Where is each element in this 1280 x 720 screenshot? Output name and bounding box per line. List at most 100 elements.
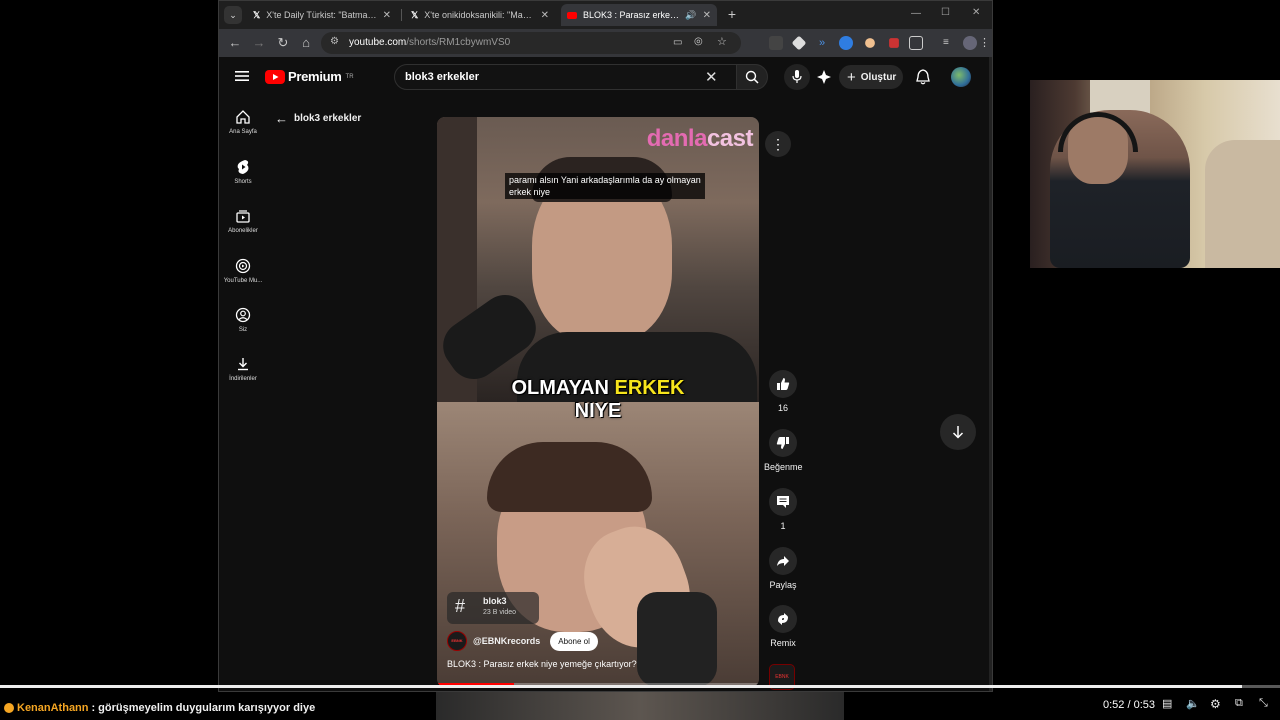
url-text[interactable]: youtube.com/shorts/RM1cbywmVS0 <box>349 37 510 48</box>
short-video-player[interactable]: danlacast paramı alsın Yani arkadaşlarım… <box>437 117 759 687</box>
sidebar-item-label: Ana Sayfa <box>229 129 257 135</box>
pip-icon[interactable]: ⧉ <box>1235 697 1251 713</box>
tab-title: X'te onikidoksanikili: "Manifest... <box>424 10 534 20</box>
back-label: blok3 erkekler <box>294 113 362 124</box>
close-tab-icon[interactable]: ✕ <box>383 10 391 21</box>
maximize-button[interactable]: ☐ <box>941 7 950 18</box>
stream-progress-fill <box>0 685 1242 688</box>
chat-badge-icon <box>4 703 14 713</box>
create-button[interactable]: + Oluştur <box>839 65 903 89</box>
danlacast-logo: danlacast <box>647 125 754 153</box>
tab-youtube-active[interactable]: BLOK3 : Parasız erkek niye y... 🔊 ✕ <box>561 4 717 26</box>
subtitle-caption: paramı alsın Yani arkadaşlarımla da ay o… <box>505 173 705 199</box>
search-button[interactable] <box>736 64 768 90</box>
remix-icon <box>778 613 788 625</box>
reload-icon[interactable]: ↻ <box>275 35 291 51</box>
remix-label: Remix <box>770 638 796 648</box>
tab-x-daily[interactable]: 𝕏 X'te Daily Türkist: "Batman'da y... ✕ <box>247 4 397 26</box>
extension-icon[interactable] <box>839 36 853 50</box>
fullscreen-icon[interactable]: ⤡ <box>1259 697 1275 713</box>
guest-hair <box>487 442 652 512</box>
clear-search-icon[interactable]: ✕ <box>705 68 718 86</box>
more-options-button[interactable]: ⋮ <box>765 131 791 157</box>
sidebar-item-downloads[interactable]: İndirilenler <box>219 356 267 382</box>
caption-word-3: NIYE <box>574 400 622 422</box>
browser-menu-icon[interactable]: ⋮ <box>979 36 993 50</box>
notifications-bell-icon[interactable] <box>916 69 930 85</box>
create-label: Oluştur <box>860 71 897 83</box>
minimize-button[interactable]: — <box>911 8 921 19</box>
channel-row: EBNK @EBNKrecords Abone ol <box>447 631 598 651</box>
search-input[interactable]: blok3 erkekler ✕ <box>394 64 737 90</box>
new-tab-button[interactable]: + <box>723 6 741 24</box>
chat-separator: : <box>91 702 96 714</box>
tab-search-button[interactable]: ⌄ <box>224 6 242 24</box>
cast-icon[interactable]: ▭ <box>673 37 682 48</box>
voice-search-button[interactable] <box>784 64 810 90</box>
thumbs-up-icon <box>777 378 790 390</box>
account-avatar[interactable] <box>951 67 971 87</box>
playback-time: 0:52 / 0:53 <box>1103 699 1155 711</box>
channel-avatar[interactable]: EBNK <box>447 631 467 651</box>
chat-username: KenanAthann <box>17 702 89 714</box>
back-to-search[interactable]: ← blok3 erkekler <box>275 111 361 126</box>
extension-icon[interactable] <box>791 35 807 51</box>
sidebar-item-you[interactable]: Siz <box>219 307 267 333</box>
next-video-button[interactable] <box>940 414 976 450</box>
bookmark-star-icon[interactable]: ☆ <box>717 35 727 48</box>
media-controls-icon[interactable]: ≡ <box>943 36 957 50</box>
url-host: youtube.com <box>349 37 407 48</box>
dislike-button[interactable]: Beğenme <box>764 429 803 472</box>
home-icon[interactable]: ⌂ <box>298 35 314 51</box>
share-arrow-icon <box>777 556 789 566</box>
tab-title: X'te Daily Türkist: "Batman'da y... <box>266 10 376 20</box>
subtitles-icon[interactable]: ▤ <box>1162 697 1178 713</box>
channel-name[interactable]: @EBNKrecords <box>473 636 540 646</box>
youtube-premium-logo[interactable]: Premium TR <box>265 69 354 84</box>
hashtag-chip[interactable]: # blok3 23 B video <box>447 592 539 624</box>
sidebar-item-shorts[interactable]: Shorts <box>219 159 267 185</box>
close-window-button[interactable]: ✕ <box>972 7 980 18</box>
caption-word-2: ERKEK <box>614 377 685 399</box>
close-tab-icon[interactable]: ✕ <box>703 10 711 21</box>
forward-arrow-icon[interactable]: → <box>251 35 267 51</box>
remix-button[interactable]: Remix <box>764 605 802 648</box>
volume-icon[interactable]: 🔈 <box>1186 697 1202 713</box>
extension-icon[interactable]: » <box>815 36 829 50</box>
site-info-icon[interactable]: ⚙ <box>330 36 339 47</box>
address-bar: ← → ↻ ⌂ ⚙ youtube.com/shorts/RM1cbywmVS0… <box>219 29 992 57</box>
eye-off-icon[interactable]: ◎ <box>694 36 703 47</box>
hashtag-name: blok3 <box>483 596 507 606</box>
profile-icon[interactable] <box>963 36 977 50</box>
youtube-logo-icon <box>265 69 285 84</box>
stream-progress-bar[interactable] <box>0 685 1280 688</box>
like-button[interactable]: 16 <box>764 370 802 413</box>
search-icon <box>745 70 759 84</box>
share-button[interactable]: Paylaş <box>764 547 802 590</box>
video-title[interactable]: BLOK3 : Parasız erkek niye yemeğe çıkart… <box>447 659 637 669</box>
plus-icon: + <box>847 68 856 86</box>
extensions-puzzle-icon[interactable] <box>909 36 923 50</box>
menu-hamburger-icon[interactable] <box>235 70 249 82</box>
close-tab-icon[interactable]: ✕ <box>541 10 549 21</box>
comment-count: 1 <box>780 521 786 531</box>
tab-x-onikidoksan[interactable]: 𝕏 X'te onikidoksanikili: "Manifest... ✕ <box>405 4 555 26</box>
subscribe-button[interactable]: Abone ol <box>550 631 598 651</box>
sidebar-item-home[interactable]: Ana Sayfa <box>219 109 267 135</box>
comments-button[interactable]: 1 <box>764 488 802 531</box>
sidebar-item-youtube-music[interactable]: YouTube Mu... <box>219 258 267 284</box>
logo-region: TR <box>345 73 354 80</box>
extension-icon[interactable] <box>769 36 783 50</box>
settings-gear-icon[interactable]: ⚙ <box>1210 697 1226 713</box>
extension-icon[interactable] <box>865 38 875 48</box>
sidebar-item-label: Abonelikler <box>228 228 258 234</box>
page-scrollbar[interactable] <box>989 57 992 691</box>
back-arrow-icon[interactable]: ← <box>227 35 243 51</box>
sidebar-item-subscriptions[interactable]: Abonelikler <box>219 208 267 234</box>
gemini-sparkle-icon[interactable] <box>816 69 832 85</box>
tab-separator <box>401 9 402 21</box>
extension-icon[interactable] <box>889 38 899 48</box>
omnibox[interactable]: ⚙ youtube.com/shorts/RM1cbywmVS0 ▭ ◎ ☆ <box>321 32 741 54</box>
speaker-icon[interactable]: 🔊 <box>685 10 696 21</box>
youtube-music-icon <box>235 258 251 274</box>
